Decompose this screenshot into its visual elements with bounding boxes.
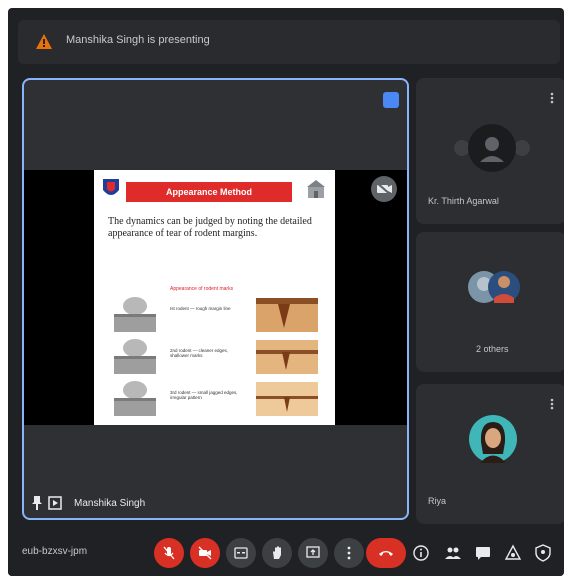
camera-off-button[interactable] xyxy=(190,538,220,568)
video-off-icon xyxy=(198,546,212,560)
shared-slide: Appearance Method The dynamics can be ju… xyxy=(94,170,335,425)
row-text: Ist rodent — rough margin line xyxy=(170,306,231,311)
institution-logo xyxy=(103,179,119,195)
sample-photo xyxy=(256,382,318,416)
more-vert-icon xyxy=(347,546,351,560)
mic-off-icon xyxy=(163,546,175,560)
camera-off-icon xyxy=(371,176,397,202)
slide-row: 3rd rodent — small jagged edges, irregul… xyxy=(104,380,324,420)
chat-icon[interactable] xyxy=(474,544,492,562)
end-call-icon xyxy=(379,551,393,556)
slide-row: Ist rodent — rough margin line xyxy=(104,296,324,336)
more-button[interactable] xyxy=(334,538,364,568)
present-screen-icon xyxy=(48,496,62,510)
end-call-button[interactable] xyxy=(366,538,406,568)
present-icon xyxy=(306,546,320,558)
hand-icon xyxy=(273,546,281,559)
pin-presenter-icon[interactable] xyxy=(32,496,42,510)
presenter-nameplate: Manshika Singh xyxy=(32,496,145,510)
present-button[interactable] xyxy=(298,538,328,568)
presenting-text: Manshika Singh is presenting xyxy=(66,34,210,46)
meeting-code: eub-bzxsv-jpm xyxy=(22,546,88,557)
participant-name: Riya xyxy=(428,496,447,506)
host-controls-icon[interactable] xyxy=(534,544,552,562)
row-text: 3rd rodent — small jagged edges, irregul… xyxy=(170,390,238,400)
mic-off-button[interactable] xyxy=(154,538,184,568)
people-icon[interactable] xyxy=(444,544,462,562)
participant-tile[interactable]: Riya xyxy=(416,384,564,524)
presenter-name: Manshika Singh xyxy=(74,497,146,509)
presenting-banner: Manshika Singh is presenting xyxy=(18,20,560,64)
meeting-controls-bar: eub-bzxsv-jpm xyxy=(8,528,564,576)
meet-window: Manshika Singh is presenting Appearance … xyxy=(8,8,564,576)
activities-icon[interactable] xyxy=(504,544,522,562)
more-options-icon[interactable] xyxy=(550,398,554,410)
participant-name: 2 others xyxy=(476,344,509,354)
slide-row: 2nd rodent — cleaner edges, shallower ma… xyxy=(104,338,324,378)
slide-body-text: The dynamics can be judged by noting the… xyxy=(108,216,312,239)
participant-tile[interactable]: Kr. Thirth Agarwal xyxy=(416,78,564,224)
info-icon[interactable] xyxy=(412,544,430,562)
tooth-illustration xyxy=(114,339,156,374)
slide-caption: Appearance of rodent marks xyxy=(170,286,234,292)
participant-name: Kr. Thirth Agarwal xyxy=(428,196,499,206)
building-logo xyxy=(307,180,325,198)
presentation-icon xyxy=(36,34,52,49)
more-options-icon[interactable] xyxy=(550,92,554,104)
raise-hand-button[interactable] xyxy=(262,538,292,568)
row-text: 2nd rodent — cleaner edges, shallower ma… xyxy=(170,348,229,358)
sample-photo xyxy=(256,298,318,332)
captions-button[interactable] xyxy=(226,538,256,568)
tooth-illustration xyxy=(114,381,156,416)
slide-title: Appearance Method xyxy=(126,182,292,202)
captions-icon xyxy=(234,547,248,559)
avatar-group xyxy=(468,271,520,303)
sample-photo xyxy=(256,340,318,374)
pin-icon[interactable] xyxy=(383,92,399,108)
tooth-illustration xyxy=(114,297,156,332)
avatar xyxy=(469,415,517,463)
participant-tile[interactable]: 2 others xyxy=(416,232,564,372)
avatar xyxy=(454,124,530,172)
main-presentation-tile[interactable]: Appearance Method The dynamics can be ju… xyxy=(22,78,409,520)
